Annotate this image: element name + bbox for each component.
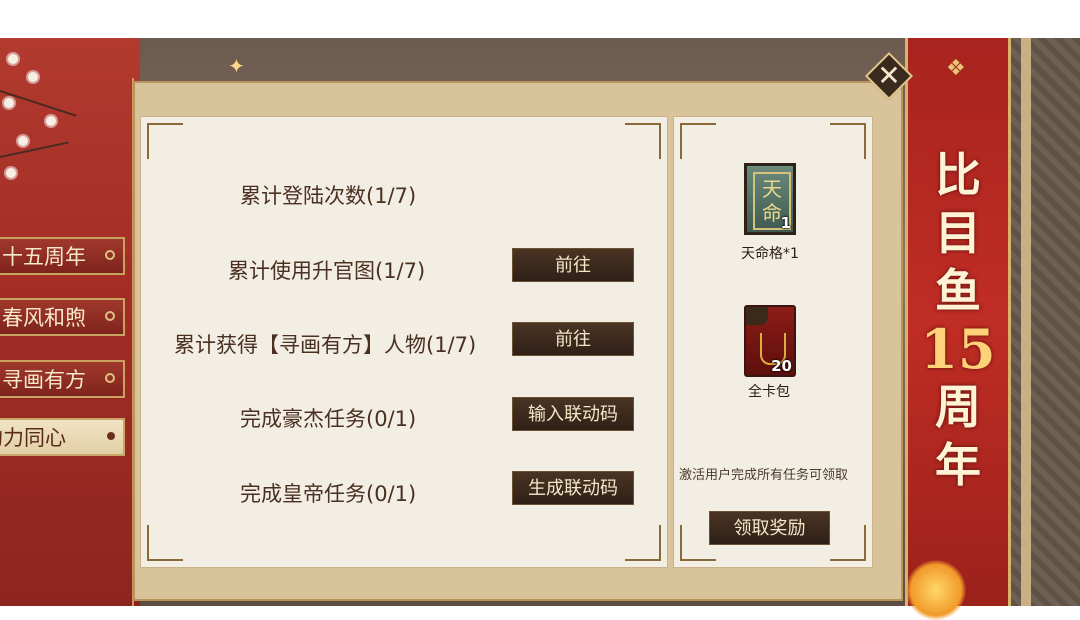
task-hero-mission: 完成豪杰任务(0/1)	[240, 407, 417, 431]
blossom-branch	[0, 141, 69, 158]
tab-indicator-icon	[105, 311, 115, 321]
tab-label: 勠力同心	[0, 426, 66, 450]
corner-ornament	[147, 525, 183, 561]
tab-united-effort[interactable]: 勠力同心	[0, 418, 125, 456]
pack-tag	[746, 307, 768, 325]
card-char: 天	[762, 177, 782, 201]
claim-reward-button[interactable]: 领取奖励	[709, 511, 830, 545]
banner-char: 年	[935, 438, 981, 492]
item-count: 1	[780, 214, 791, 232]
goto-button[interactable]: 前往	[512, 248, 634, 282]
reward-item-name: 天命格*1	[741, 246, 799, 262]
banner-number: 15	[920, 317, 996, 381]
corner-ornament	[830, 525, 866, 561]
banner-char: 目	[935, 206, 981, 260]
right-decoration	[1011, 38, 1080, 606]
blossom-icon	[6, 168, 16, 178]
corner-ornament	[147, 123, 183, 159]
item-count: 20	[771, 357, 792, 375]
task-emperor-mission: 完成皇帝任务(0/1)	[240, 482, 417, 506]
blossom-icon	[8, 54, 18, 64]
tab-indicator-icon	[107, 432, 115, 440]
reward-item-name: 全卡包	[748, 384, 790, 400]
tab-fifteenth-anniversary[interactable]: 十五周年	[0, 237, 125, 275]
tab-indicator-icon	[105, 250, 115, 260]
blossom-icon	[4, 98, 14, 108]
blossom-icon	[28, 72, 38, 82]
corner-ornament	[830, 123, 866, 159]
card-pack-icon[interactable]: 20	[744, 305, 796, 377]
blossom-icon	[46, 116, 56, 126]
close-button[interactable]: ✕	[864, 51, 914, 101]
tab-label: 寻画有方	[2, 368, 86, 392]
corner-ornament	[625, 123, 661, 159]
tab-find-painting[interactable]: 寻画有方	[0, 360, 125, 398]
banner-char: 鱼	[935, 264, 981, 318]
anniversary-banner: ❖ 比 目 鱼 15 周 年	[905, 38, 1011, 606]
goto-button[interactable]: 前往	[512, 322, 634, 356]
lantern-icon	[906, 560, 966, 620]
reward-condition-note: 激活用户完成所有任务可领取	[679, 468, 849, 483]
banner-title: 比 目 鱼 15 周 年	[908, 146, 1008, 494]
close-icon: ✕	[877, 59, 901, 92]
corner-ornament	[680, 123, 716, 159]
blossom-icon	[18, 136, 28, 146]
butterfly-icon: ✦	[228, 54, 245, 78]
card-char: 命	[762, 201, 782, 225]
cloud-ornament-icon: ❖	[946, 56, 966, 81]
tab-spring-breeze[interactable]: 春风和煦	[0, 298, 125, 336]
tianming-card-icon[interactable]: 天 命 1	[744, 163, 796, 235]
corner-ornament	[625, 525, 661, 561]
task-find-painting-characters: 累计获得【寻画有方】人物(1/7)	[174, 333, 477, 357]
tab-label: 春风和煦	[2, 306, 86, 330]
banner-char: 比	[935, 148, 981, 202]
tab-indicator-icon	[105, 373, 115, 383]
task-login-count: 累计登陆次数(1/7)	[240, 184, 417, 208]
enter-link-code-button[interactable]: 输入联动码	[512, 397, 634, 431]
banner-char: 周	[935, 380, 981, 434]
tab-label: 十五周年	[2, 245, 86, 269]
generate-link-code-button[interactable]: 生成联动码	[512, 471, 634, 505]
task-promotion-map: 累计使用升官图(1/7)	[228, 259, 426, 283]
